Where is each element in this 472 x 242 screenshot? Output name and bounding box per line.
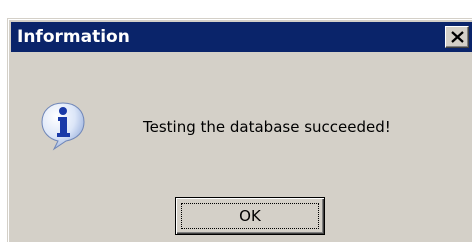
close-button[interactable] bbox=[445, 26, 469, 48]
title-bar[interactable]: Information bbox=[11, 22, 472, 52]
close-icon bbox=[451, 31, 464, 43]
information-dialog: Information Testing the database succeed… bbox=[7, 18, 472, 242]
dialog-title: Information bbox=[17, 27, 130, 47]
ok-button[interactable]: OK bbox=[175, 197, 325, 235]
information-icon bbox=[40, 101, 86, 151]
dialog-message: Testing the database succeeded! bbox=[143, 118, 391, 136]
ok-button-label: OK bbox=[239, 207, 261, 225]
